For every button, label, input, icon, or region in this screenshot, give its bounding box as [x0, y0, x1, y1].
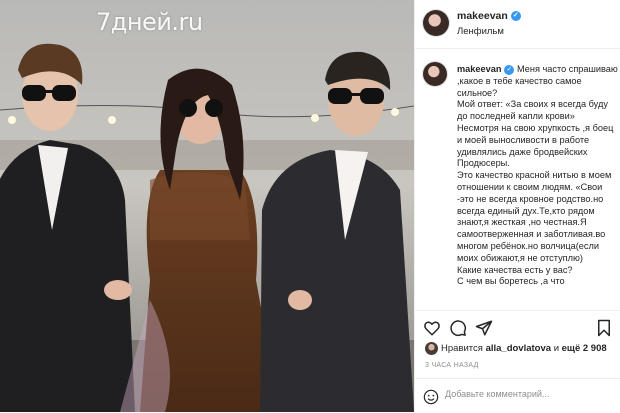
caption-line: до последней капли крови»: [457, 111, 575, 122]
post-sidebar: makeevan ✓ Ленфильм makeevan ✓ Меня часто …: [414, 0, 620, 412]
caption-line: ,какое в тебе качество самое: [457, 75, 582, 86]
liker-username[interactable]: alla_dovlatova: [486, 343, 551, 354]
action-bar: [415, 310, 620, 341]
smile-icon[interactable]: [423, 389, 439, 405]
header-username[interactable]: makeevan: [457, 10, 508, 22]
caption-line: отношении к своим людям. «Свои: [457, 181, 603, 192]
likes-summary: Нравится alla_dovlatova и ещё 2 908: [425, 342, 607, 355]
heart-icon[interactable]: [423, 319, 441, 337]
caption-line: Продюсеры.: [457, 158, 510, 169]
likes-middle: и: [553, 343, 559, 355]
share-icon[interactable]: [475, 319, 493, 337]
comment-input[interactable]: [445, 389, 585, 399]
photo-image: [0, 0, 414, 412]
caption-line: знают,я жесткая ,но честная.Я: [457, 217, 587, 228]
caption-line: удивлялись даже бродвейских: [457, 146, 588, 157]
caption-line: сильное?: [457, 87, 498, 98]
likes-prefix: Нравится: [441, 343, 483, 355]
bookmark-icon[interactable]: [595, 319, 613, 337]
caption-line: Мой ответ: «За своих я всегда буду: [457, 99, 608, 110]
caption-line: С чем вы боретесь ,а что: [457, 276, 565, 287]
caption-line: Какие качества есть у вас?: [457, 264, 573, 275]
caption-avatar[interactable]: [423, 62, 447, 86]
caption-line: моих обижают,я не отступлю): [457, 252, 583, 263]
caption-line: Это качество красной нитью в моем: [457, 170, 612, 181]
header-username-row: makeevan ✓: [457, 10, 521, 22]
caption-username[interactable]: makeevan: [457, 64, 501, 74]
caption-line: Несмотря на свою хрупкость ,я боец: [457, 122, 614, 133]
comment-bar: [415, 378, 620, 413]
caption-line: многом ребёнок.но волчица(если: [457, 240, 599, 251]
avatar[interactable]: [423, 10, 449, 36]
post-time[interactable]: 3 ЧАСА НАЗАД: [425, 362, 479, 369]
caption-line: всегда единый дух.Те,кто рядом: [457, 205, 595, 216]
comment-icon[interactable]: [449, 319, 467, 337]
liker-avatar[interactable]: [425, 342, 438, 355]
header-location[interactable]: Ленфильм: [457, 26, 504, 37]
caption-line-0: makeevan ✓ Меня часто спрашиваю: [457, 64, 618, 76]
post-photo[interactable]: [0, 0, 414, 412]
caption-line: самоотверженная и заботливая.во: [457, 229, 606, 240]
verified-badge-icon: ✓: [510, 11, 521, 22]
post-header: makeevan ✓ Ленфильм: [415, 0, 620, 49]
caption-line: и моей выносливости в работе: [457, 134, 590, 145]
likes-count[interactable]: ещё 2 908: [562, 343, 607, 354]
caption-text: Меня часто спрашиваю: [517, 64, 618, 74]
verified-badge-icon: ✓: [504, 64, 515, 75]
caption: makeevan ✓ Меня часто спрашиваю ,какое в …: [457, 64, 618, 288]
watermark-logo: 7дней.ru: [96, 8, 203, 36]
caption-line: -это не всегда кровное родство.но: [457, 193, 604, 204]
